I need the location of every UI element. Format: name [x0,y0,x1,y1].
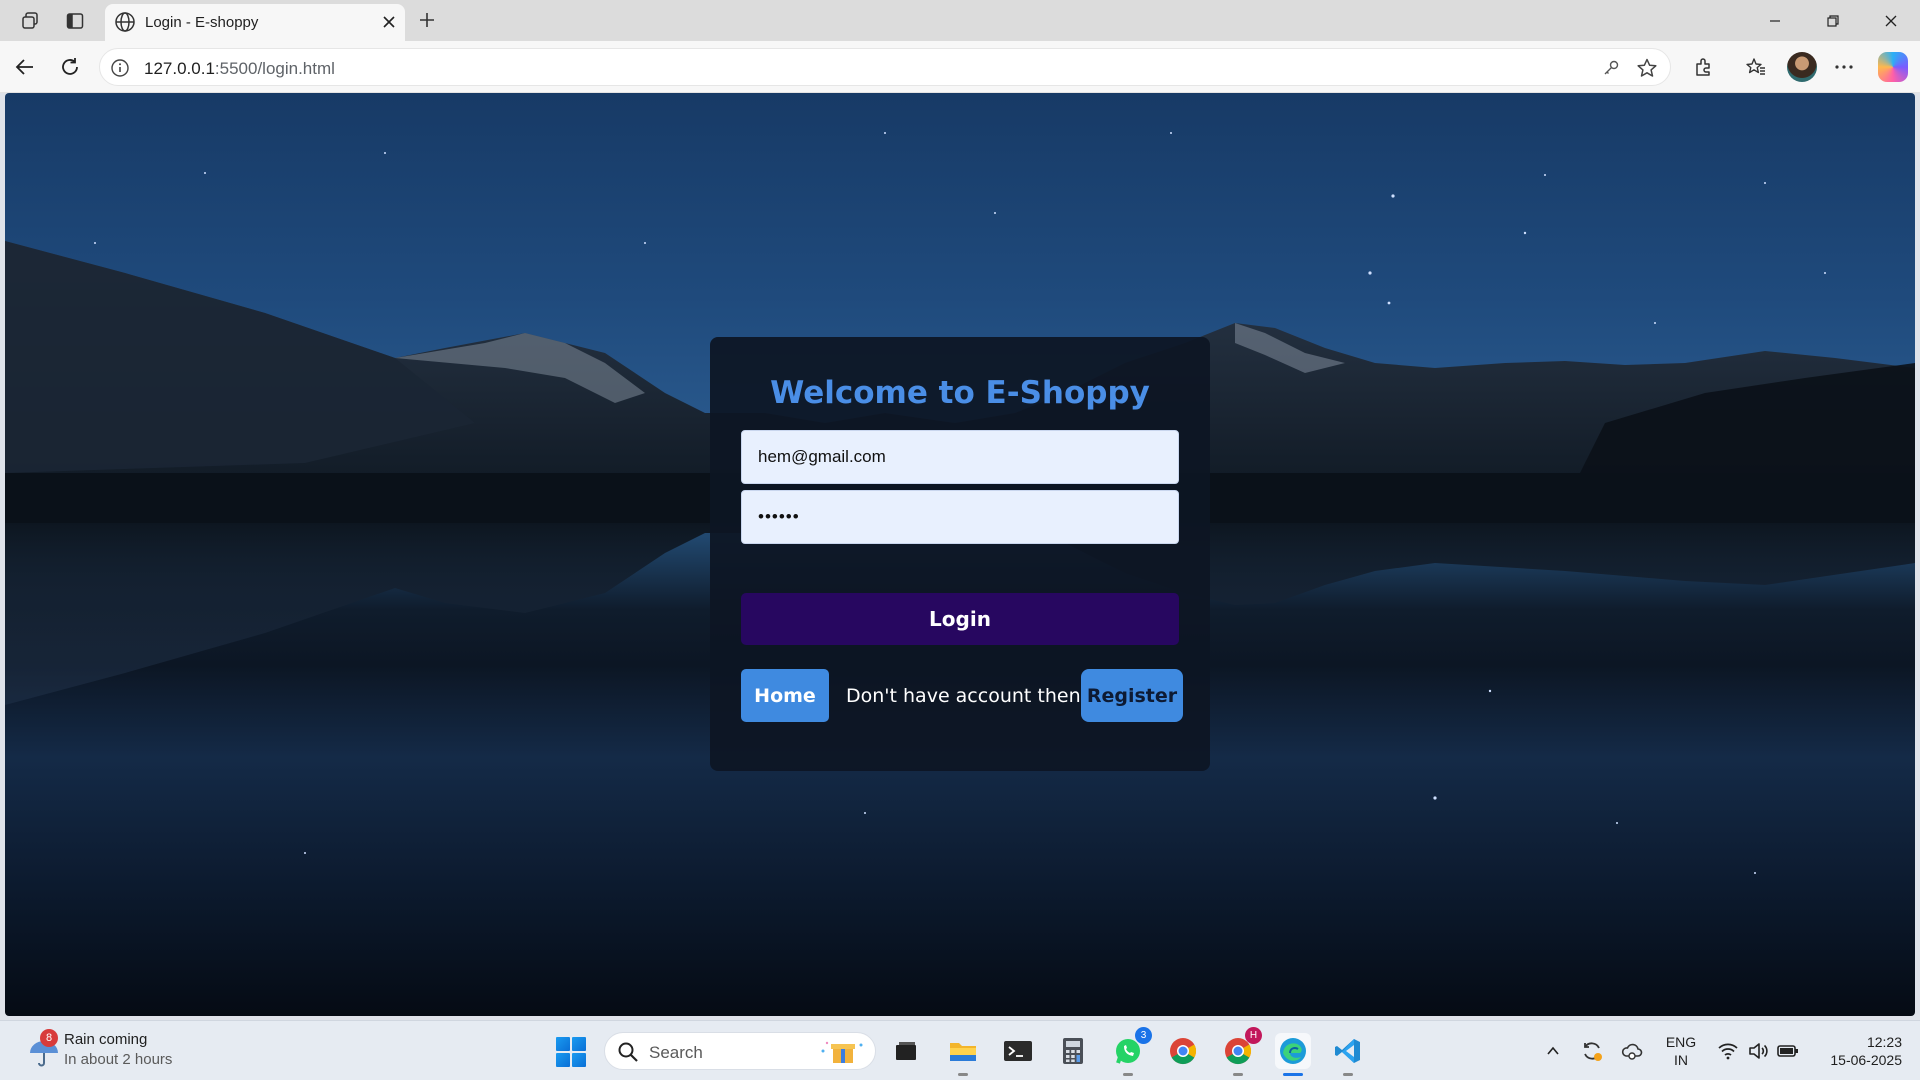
gift-icon [821,1041,863,1063]
weather-badge: 8 [40,1029,58,1047]
chrome-profile-icon[interactable]: H [1220,1027,1262,1076]
onedrive-icon[interactable] [1620,1039,1644,1063]
calculator-icon[interactable] [1055,1033,1091,1069]
page-viewport: Welcome to E-Shoppy hem@gmail.com ••••••… [5,93,1915,1016]
clock-date: 15-06-2025 [1830,1052,1902,1068]
url-text: 127.0.0.1:5500/login.html [144,59,335,79]
login-card: Welcome to E-Shoppy hem@gmail.com ••••••… [710,337,1210,771]
new-tab-icon[interactable] [414,7,440,33]
terminal-icon[interactable] [1000,1033,1036,1069]
refresh-icon[interactable] [56,53,84,81]
url-field[interactable]: 127.0.0.1:5500/login.html [99,48,1671,86]
clock-time: 12:23 [1866,1034,1902,1050]
favorites-icon[interactable] [1742,53,1770,81]
vertical-tabs-icon[interactable] [62,8,88,34]
restore-icon[interactable] [1810,6,1856,36]
close-tab-icon[interactable] [379,12,399,32]
login-button[interactable]: Login [741,593,1179,645]
taskbar: 8 Rain coming In about 2 hours Search 3 … [0,1020,1920,1080]
site-info-icon[interactable] [110,58,130,78]
running-indicator [1233,1073,1243,1076]
running-indicator [958,1073,968,1076]
password-field[interactable]: •••••• [741,490,1179,544]
show-hidden-icons-icon[interactable] [1541,1039,1565,1063]
whatsapp-icon[interactable]: 3 [1110,1027,1152,1076]
close-window-icon[interactable] [1868,6,1914,36]
url-path: :5500/login.html [214,59,335,78]
active-tab[interactable]: Login - E-shoppy [105,4,405,41]
globe-icon [115,12,135,32]
battery-icon[interactable] [1776,1039,1800,1063]
edge-icon[interactable] [1275,1033,1311,1076]
search-icon [618,1042,638,1062]
browser-tab-bar: Login - E-shoppy [0,0,1920,41]
running-indicator [1123,1073,1133,1076]
email-field[interactable]: hem@gmail.com [741,430,1179,484]
weather-subtitle: In about 2 hours [64,1051,173,1068]
language-line2: IN [1674,1052,1688,1068]
register-button[interactable]: Register [1081,669,1183,722]
weather-widget[interactable]: 8 Rain coming In about 2 hours [26,1029,246,1073]
language-indicator[interactable]: ENG IN [1664,1033,1698,1069]
task-view-icon[interactable] [888,1033,924,1069]
running-indicator [1343,1073,1353,1076]
minimize-icon[interactable] [1752,6,1798,36]
file-explorer-icon[interactable] [945,1033,981,1076]
profile-avatar[interactable] [1787,52,1817,82]
home-button[interactable]: Home [741,669,829,722]
tab-title: Login - E-shoppy [145,14,259,31]
wifi-icon[interactable] [1716,1039,1740,1063]
no-account-text: Don't have account then ? [846,685,1097,707]
system-clock[interactable]: 12:23 15-06-2025 [1812,1033,1902,1069]
search-placeholder: Search [649,1043,703,1062]
page-title: Welcome to E-Shoppy [770,375,1150,411]
running-indicator [1283,1073,1303,1076]
back-icon[interactable] [11,53,39,81]
start-button[interactable] [556,1037,586,1067]
extensions-icon[interactable] [1690,53,1718,81]
chrome-icon[interactable] [1165,1033,1201,1069]
favorite-star-icon[interactable] [1636,57,1658,79]
weather-title: Rain coming [64,1031,148,1048]
profile-badge: H [1245,1027,1262,1044]
workspaces-icon[interactable] [17,8,43,34]
sync-icon[interactable] [1580,1039,1604,1063]
taskbar-search[interactable]: Search [604,1032,876,1070]
url-host: 127.0.0.1 [144,59,215,78]
copilot-icon[interactable] [1878,52,1908,82]
more-menu-icon[interactable] [1830,53,1858,81]
language-line1: ENG [1665,1034,1697,1050]
address-bar-row: 127.0.0.1:5500/login.html [0,41,1920,93]
volume-icon[interactable] [1746,1039,1770,1063]
whatsapp-badge: 3 [1135,1027,1152,1044]
password-key-icon[interactable] [1600,57,1622,79]
vscode-icon[interactable] [1330,1033,1366,1076]
